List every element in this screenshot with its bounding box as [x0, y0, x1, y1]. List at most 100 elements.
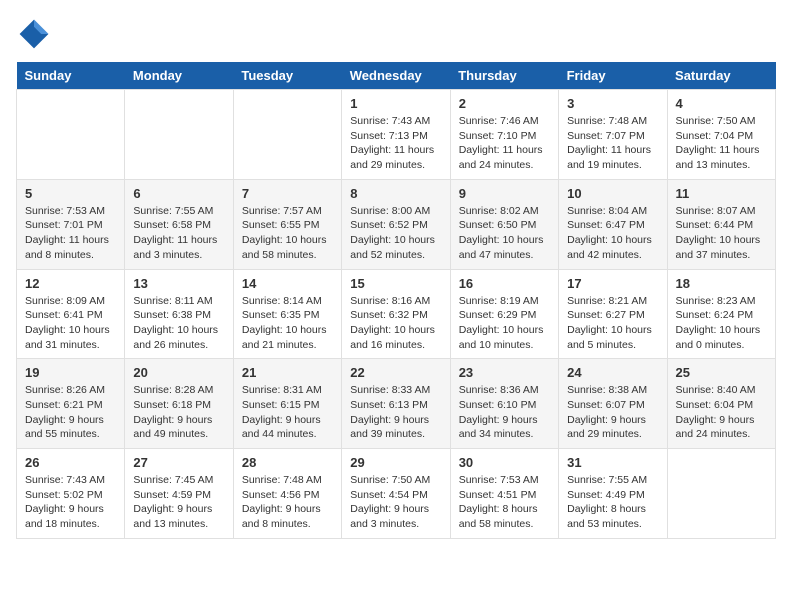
calendar-cell: 26 Sunrise: 7:43 AMSunset: 5:02 PMDayligh…: [17, 449, 125, 539]
day-number: 6: [133, 186, 224, 201]
calendar-cell: 10 Sunrise: 8:04 AMSunset: 6:47 PMDayligh…: [559, 179, 667, 269]
day-info: Sunrise: 7:55 AMSunset: 6:58 PMDaylight:…: [133, 204, 224, 263]
day-info: Sunrise: 7:45 AMSunset: 4:59 PMDaylight:…: [133, 473, 224, 532]
calendar-cell: 17 Sunrise: 8:21 AMSunset: 6:27 PMDayligh…: [559, 269, 667, 359]
day-number: 9: [459, 186, 550, 201]
calendar-header-saturday: Saturday: [667, 62, 775, 90]
day-info: Sunrise: 8:26 AMSunset: 6:21 PMDaylight:…: [25, 383, 116, 442]
day-info: Sunrise: 7:53 AMSunset: 7:01 PMDaylight:…: [25, 204, 116, 263]
calendar-week-row: 1Sunrise: 7:43 AMSunset: 7:13 PMDaylight…: [17, 90, 776, 180]
day-number: 25: [676, 365, 767, 380]
calendar-week-row: 26 Sunrise: 7:43 AMSunset: 5:02 PMDayligh…: [17, 449, 776, 539]
calendar-cell: 31 Sunrise: 7:55 AMSunset: 4:49 PMDayligh…: [559, 449, 667, 539]
calendar-week-row: 19 Sunrise: 8:26 AMSunset: 6:21 PMDayligh…: [17, 359, 776, 449]
day-info: Sunrise: 8:02 AMSunset: 6:50 PMDaylight:…: [459, 204, 550, 263]
calendar-cell: 12 Sunrise: 8:09 AMSunset: 6:41 PMDayligh…: [17, 269, 125, 359]
calendar-cell: [667, 449, 775, 539]
day-info: Sunrise: 8:40 AMSunset: 6:04 PMDaylight:…: [676, 383, 767, 442]
calendar-week-row: 5Sunrise: 7:53 AMSunset: 7:01 PMDaylight…: [17, 179, 776, 269]
calendar-header-tuesday: Tuesday: [233, 62, 341, 90]
day-number: 7: [242, 186, 333, 201]
day-info: Sunrise: 8:36 AMSunset: 6:10 PMDaylight:…: [459, 383, 550, 442]
day-info: Sunrise: 7:50 AMSunset: 4:54 PMDaylight:…: [350, 473, 441, 532]
day-info: Sunrise: 8:14 AMSunset: 6:35 PMDaylight:…: [242, 294, 333, 353]
day-number: 11: [676, 186, 767, 201]
day-number: 27: [133, 455, 224, 470]
logo-icon: [16, 16, 52, 52]
day-number: 3: [567, 96, 658, 111]
calendar-week-row: 12 Sunrise: 8:09 AMSunset: 6:41 PMDayligh…: [17, 269, 776, 359]
calendar-cell: 4Sunrise: 7:50 AMSunset: 7:04 PMDaylight…: [667, 90, 775, 180]
calendar-cell: 15Sunrise: 8:16 AMSunset: 6:32 PMDayligh…: [342, 269, 450, 359]
calendar-cell: 25 Sunrise: 8:40 AMSunset: 6:04 PMDayligh…: [667, 359, 775, 449]
day-number: 21: [242, 365, 333, 380]
day-info: Sunrise: 8:09 AMSunset: 6:41 PMDaylight:…: [25, 294, 116, 353]
day-info: Sunrise: 8:07 AMSunset: 6:44 PMDaylight:…: [676, 204, 767, 263]
day-number: 12: [25, 276, 116, 291]
day-info: Sunrise: 7:48 AMSunset: 4:56 PMDaylight:…: [242, 473, 333, 532]
day-info: Sunrise: 8:21 AMSunset: 6:27 PMDaylight:…: [567, 294, 658, 353]
day-info: Sunrise: 7:55 AMSunset: 4:49 PMDaylight:…: [567, 473, 658, 532]
calendar-cell: [17, 90, 125, 180]
day-info: Sunrise: 7:57 AMSunset: 6:55 PMDaylight:…: [242, 204, 333, 263]
calendar-header-friday: Friday: [559, 62, 667, 90]
day-info: Sunrise: 7:53 AMSunset: 4:51 PMDaylight:…: [459, 473, 550, 532]
calendar-cell: 18Sunrise: 8:23 AMSunset: 6:24 PMDayligh…: [667, 269, 775, 359]
day-info: Sunrise: 8:28 AMSunset: 6:18 PMDaylight:…: [133, 383, 224, 442]
day-info: Sunrise: 8:11 AMSunset: 6:38 PMDaylight:…: [133, 294, 224, 353]
calendar-cell: 5Sunrise: 7:53 AMSunset: 7:01 PMDaylight…: [17, 179, 125, 269]
day-number: 14: [242, 276, 333, 291]
day-info: Sunrise: 8:19 AMSunset: 6:29 PMDaylight:…: [459, 294, 550, 353]
calendar-cell: 24 Sunrise: 8:38 AMSunset: 6:07 PMDayligh…: [559, 359, 667, 449]
day-number: 13: [133, 276, 224, 291]
day-number: 26: [25, 455, 116, 470]
calendar-cell: [125, 90, 233, 180]
calendar-cell: 30 Sunrise: 7:53 AMSunset: 4:51 PMDayligh…: [450, 449, 558, 539]
calendar-cell: 19 Sunrise: 8:26 AMSunset: 6:21 PMDayligh…: [17, 359, 125, 449]
calendar-cell: 20 Sunrise: 8:28 AMSunset: 6:18 PMDayligh…: [125, 359, 233, 449]
day-number: 22: [350, 365, 441, 380]
day-number: 1: [350, 96, 441, 111]
day-number: 31: [567, 455, 658, 470]
calendar-cell: 7 Sunrise: 7:57 AMSunset: 6:55 PMDaylight…: [233, 179, 341, 269]
day-number: 18: [676, 276, 767, 291]
day-info: Sunrise: 7:48 AMSunset: 7:07 PMDaylight:…: [567, 114, 658, 173]
calendar-header-wednesday: Wednesday: [342, 62, 450, 90]
calendar-cell: 9 Sunrise: 8:02 AMSunset: 6:50 PMDaylight…: [450, 179, 558, 269]
calendar-cell: 29 Sunrise: 7:50 AMSunset: 4:54 PMDayligh…: [342, 449, 450, 539]
day-number: 28: [242, 455, 333, 470]
calendar-cell: 13 Sunrise: 8:11 AMSunset: 6:38 PMDayligh…: [125, 269, 233, 359]
day-info: Sunrise: 8:38 AMSunset: 6:07 PMDaylight:…: [567, 383, 658, 442]
calendar-table: SundayMondayTuesdayWednesdayThursdayFrid…: [16, 62, 776, 539]
day-number: 10: [567, 186, 658, 201]
day-number: 17: [567, 276, 658, 291]
calendar-header-monday: Monday: [125, 62, 233, 90]
day-number: 20: [133, 365, 224, 380]
day-info: Sunrise: 8:16 AMSunset: 6:32 PMDaylight:…: [350, 294, 441, 353]
calendar-cell: 21Sunrise: 8:31 AMSunset: 6:15 PMDayligh…: [233, 359, 341, 449]
calendar-cell: 27 Sunrise: 7:45 AMSunset: 4:59 PMDayligh…: [125, 449, 233, 539]
day-info: Sunrise: 8:00 AMSunset: 6:52 PMDaylight:…: [350, 204, 441, 263]
day-number: 30: [459, 455, 550, 470]
calendar-header-row: SundayMondayTuesdayWednesdayThursdayFrid…: [17, 62, 776, 90]
day-number: 19: [25, 365, 116, 380]
calendar-cell: 14 Sunrise: 8:14 AMSunset: 6:35 PMDayligh…: [233, 269, 341, 359]
day-number: 16: [459, 276, 550, 291]
day-number: 29: [350, 455, 441, 470]
day-number: 2: [459, 96, 550, 111]
page-header: [16, 16, 776, 52]
day-info: Sunrise: 8:33 AMSunset: 6:13 PMDaylight:…: [350, 383, 441, 442]
calendar-cell: 28 Sunrise: 7:48 AMSunset: 4:56 PMDayligh…: [233, 449, 341, 539]
calendar-header-sunday: Sunday: [17, 62, 125, 90]
day-number: 23: [459, 365, 550, 380]
day-info: Sunrise: 7:43 AMSunset: 5:02 PMDaylight:…: [25, 473, 116, 532]
calendar-cell: 16 Sunrise: 8:19 AMSunset: 6:29 PMDayligh…: [450, 269, 558, 359]
day-number: 24: [567, 365, 658, 380]
calendar-cell: 3 Sunrise: 7:48 AMSunset: 7:07 PMDaylight…: [559, 90, 667, 180]
calendar-cell: 6 Sunrise: 7:55 AMSunset: 6:58 PMDaylight…: [125, 179, 233, 269]
day-info: Sunrise: 7:46 AMSunset: 7:10 PMDaylight:…: [459, 114, 550, 173]
day-info: Sunrise: 8:04 AMSunset: 6:47 PMDaylight:…: [567, 204, 658, 263]
calendar-cell: [233, 90, 341, 180]
calendar-cell: 1Sunrise: 7:43 AMSunset: 7:13 PMDaylight…: [342, 90, 450, 180]
day-number: 4: [676, 96, 767, 111]
